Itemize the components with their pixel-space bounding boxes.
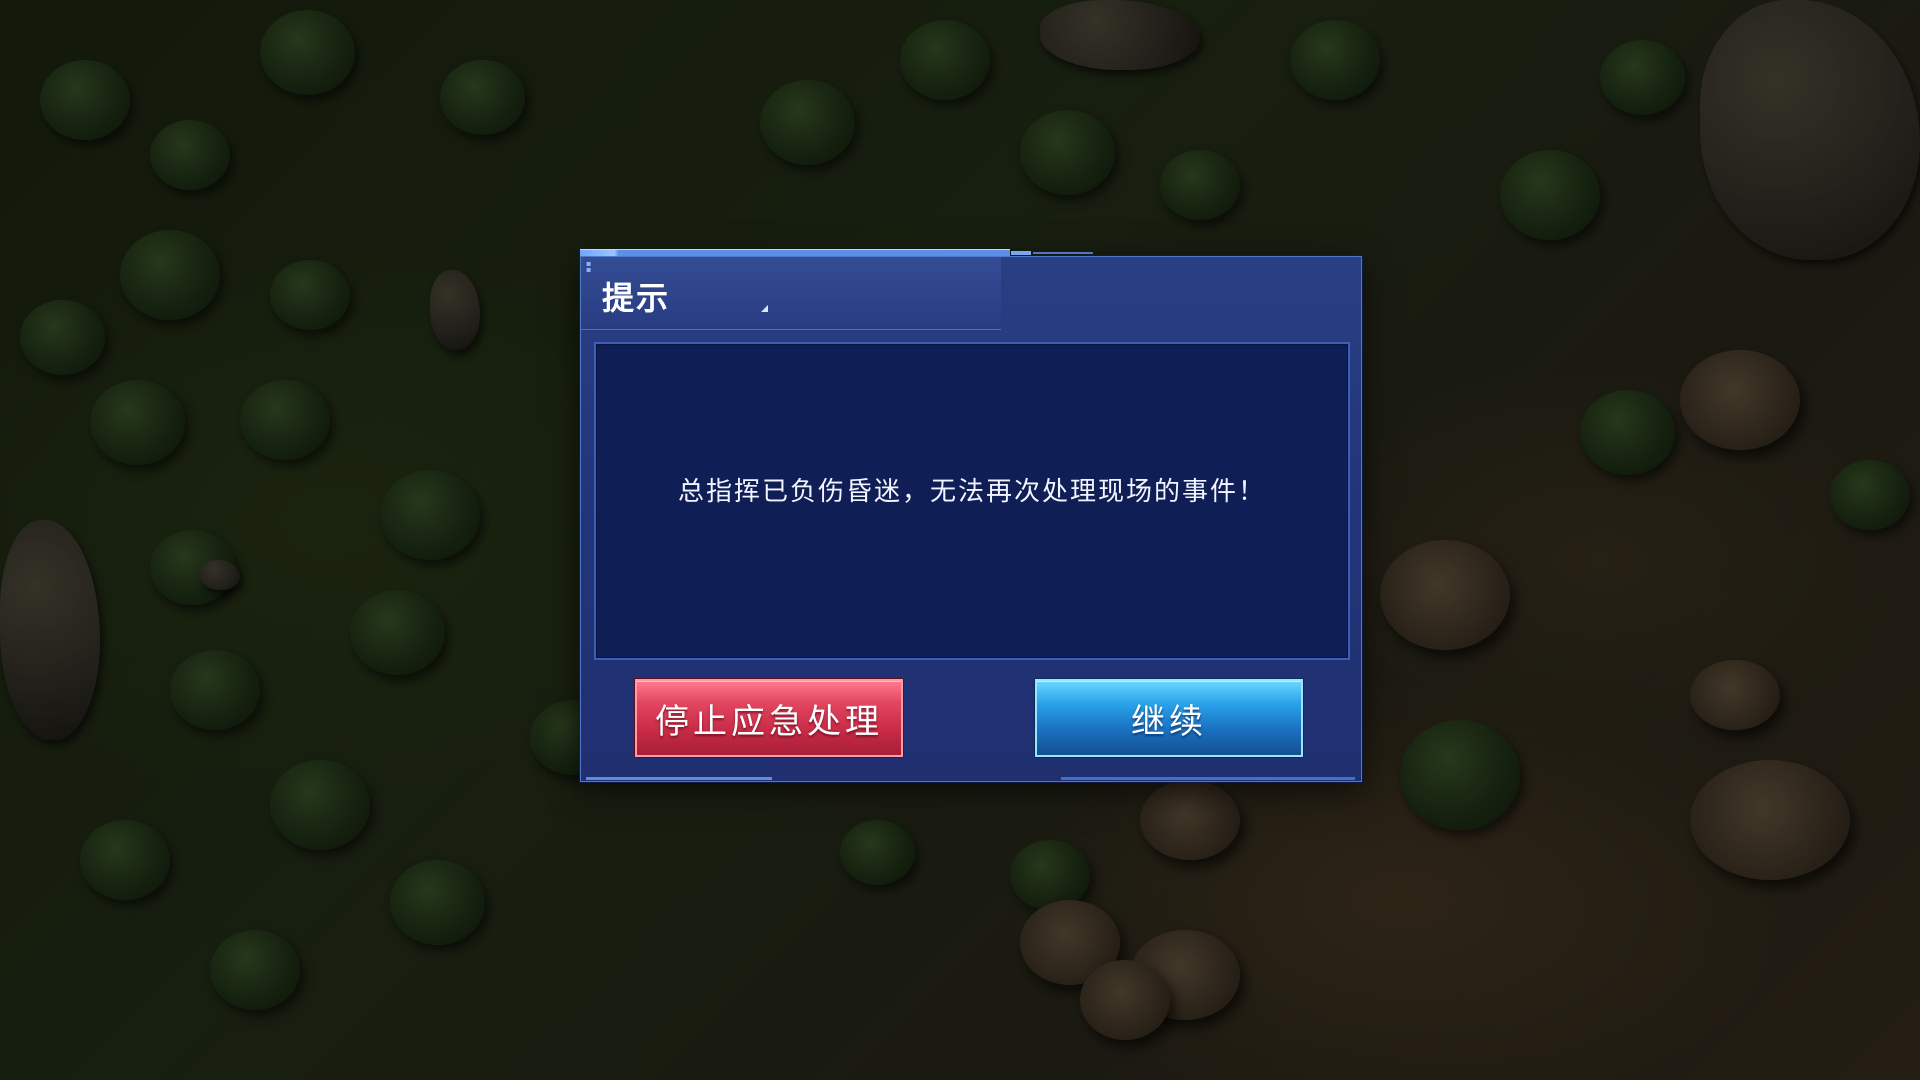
dialog-top-accent (1011, 251, 1031, 255)
stop-emergency-button[interactable]: 停止应急处理 (635, 679, 903, 757)
corner-dots-icon: ▪ ▪ (586, 259, 592, 274)
dialog-top-accent (1033, 252, 1093, 254)
continue-button[interactable]: 继续 (1035, 679, 1303, 757)
dialog-message: 总指挥已负伤昏迷，无法再次处理现场的事件！ (677, 476, 1266, 507)
corner-triangle-icon (761, 305, 768, 312)
dialog-bottom-accent (1061, 777, 1355, 780)
dialog-top-accent (580, 249, 1010, 256)
dialog-header: ▪ ▪ 提示 (581, 257, 1001, 330)
dialog-title: 提示 (602, 279, 671, 317)
prompt-dialog: ▪ ▪ 提示 总指挥已负伤昏迷，无法再次处理现场的事件！ 停止应急处理 继续 (580, 249, 1362, 782)
message-panel: 总指挥已负伤昏迷，无法再次处理现场的事件！ (594, 342, 1350, 660)
dialog-bottom-accent (586, 777, 772, 780)
